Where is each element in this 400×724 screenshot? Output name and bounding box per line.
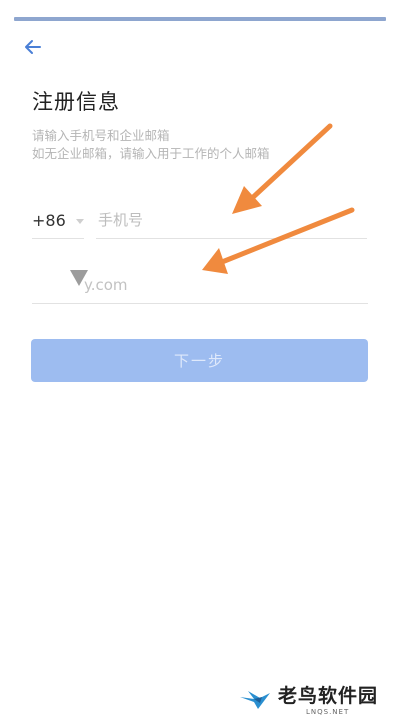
email-field-wrap <box>32 266 368 304</box>
arrow-left-icon <box>25 40 41 54</box>
hint-line-1: 请输入手机号和企业邮箱 <box>32 128 170 143</box>
watermark: 老鸟软件园 LNQS.NET <box>238 681 378 716</box>
page-title: 注册信息 <box>32 90 120 114</box>
watermark-url: LNQS.NET <box>305 708 350 716</box>
country-code-selector[interactable]: +86 <box>32 203 84 239</box>
phone-input[interactable] <box>98 203 358 237</box>
watermark-brand: 老鸟软件园 <box>277 685 378 707</box>
next-button[interactable]: 下一步 <box>31 339 368 382</box>
top-divider <box>14 17 386 21</box>
arrow-to-phone-icon <box>232 123 333 214</box>
country-code: +86 <box>32 211 66 230</box>
hint-line-2: 如无企业邮箱，请输入用于工作的个人邮箱 <box>32 146 270 161</box>
chevron-down-icon <box>76 219 84 224</box>
phone-field-wrap <box>96 203 367 239</box>
email-input[interactable] <box>84 268 354 302</box>
back-button[interactable] <box>20 34 46 60</box>
bird-logo-icon <box>239 690 270 709</box>
